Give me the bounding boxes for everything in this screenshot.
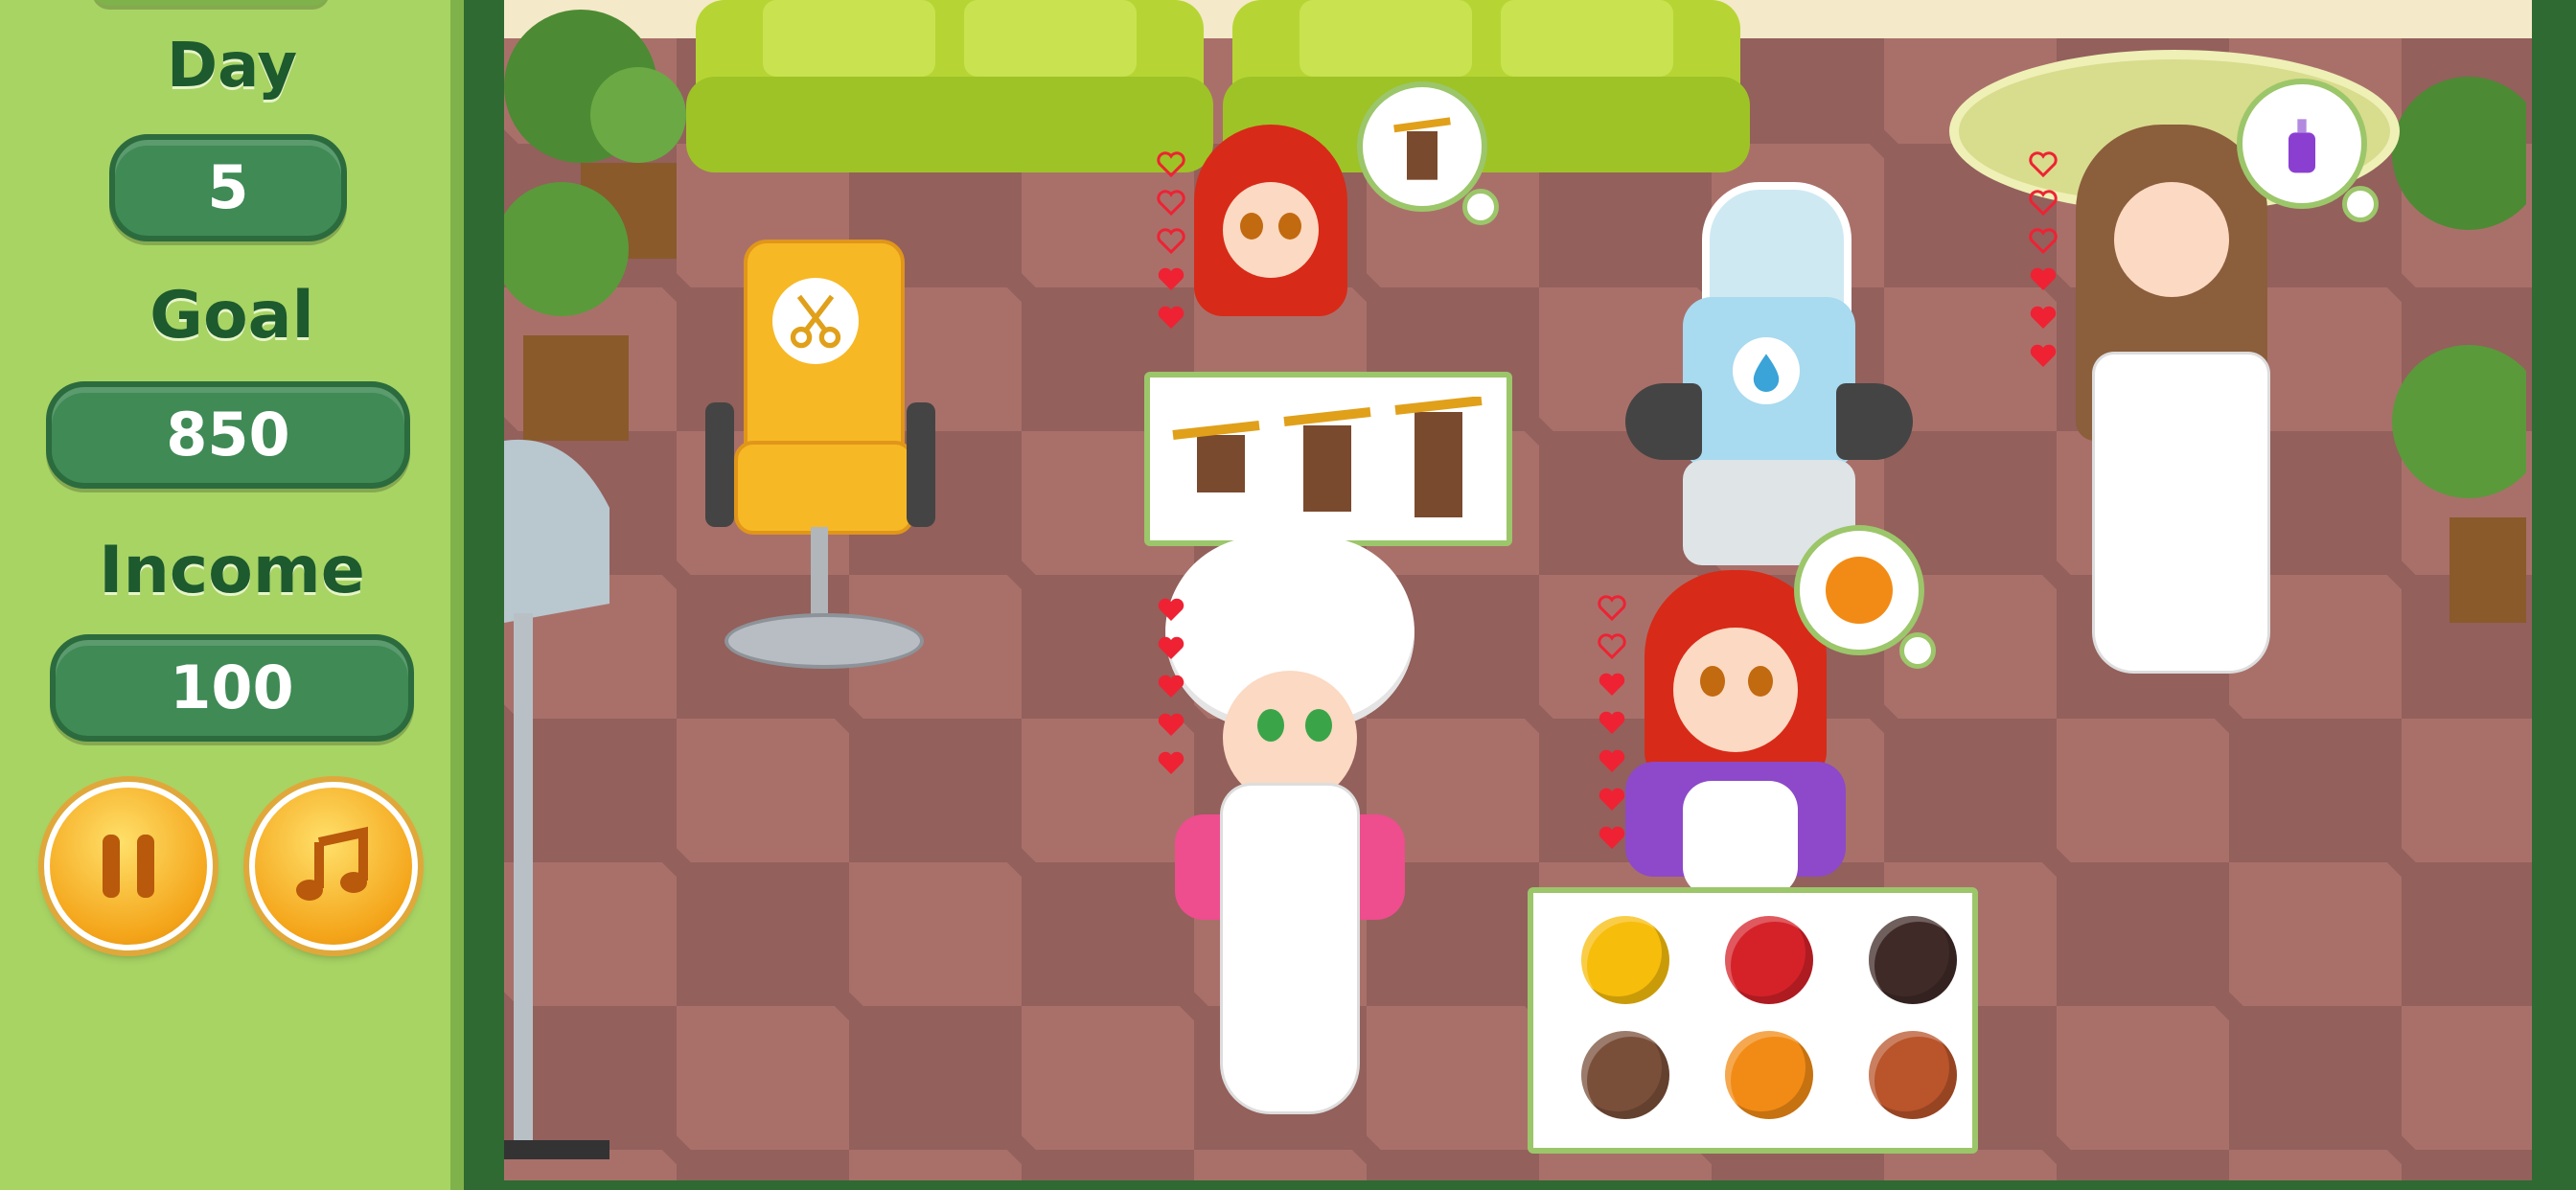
purple-shampoo-bottle-icon: [2288, 119, 2315, 173]
short-haircut-icon[interactable]: [1163, 416, 1269, 512]
hud-panel: Day 5 Goal 850 Income 100: [0, 0, 464, 1190]
day-label: Day: [166, 31, 298, 102]
waiting-sofa-left[interactable]: [686, 0, 1213, 182]
pause-button[interactable]: [44, 782, 213, 950]
dye-swatch[interactable]: [1581, 916, 1669, 1004]
foam-customer-center[interactable]: [1165, 537, 1414, 1121]
patience-hearts-right: [2028, 149, 2058, 371]
music-note-icon: [296, 826, 368, 901]
thought-bubble-haircut: [1357, 81, 1499, 225]
day-value: 5: [109, 134, 347, 241]
dye-swatch[interactable]: [1725, 1031, 1813, 1119]
dye-swatch[interactable]: [1869, 916, 1957, 1004]
goal-label: Goal: [150, 278, 314, 354]
water-drop-icon: [1733, 337, 1800, 404]
potted-plant-right: [2392, 77, 2526, 623]
red-hair-customer-top[interactable]: [1194, 125, 1347, 326]
top-hud-tab: [92, 0, 330, 6]
dye-swatch[interactable]: [1869, 1031, 1957, 1119]
patience-hearts-center: [1156, 594, 1186, 778]
hair-wash-chair[interactable]: [1625, 182, 1913, 584]
haircut-options-panel: [1144, 372, 1512, 546]
salon-floor: [504, 0, 2532, 1180]
goal-value: 850: [46, 381, 410, 489]
brown-hair-customer-right[interactable]: [2057, 125, 2277, 680]
income-value: 100: [50, 634, 414, 742]
income-label: Income: [99, 533, 365, 608]
dye-swatch[interactable]: [1725, 916, 1813, 1004]
thought-bubble-shampoo: [2237, 79, 2379, 222]
potted-plant-left: [504, 10, 686, 441]
long-haircut-icon[interactable]: [1386, 397, 1491, 521]
hood-hair-dryer[interactable]: [504, 431, 629, 1179]
dye-swatch[interactable]: [1581, 1031, 1669, 1119]
music-toggle-button[interactable]: [249, 782, 418, 950]
pause-icon: [103, 835, 154, 898]
scissors-icon: [772, 278, 859, 364]
dye-color-panel: [1528, 887, 1978, 1154]
haircut-chair[interactable]: [705, 240, 935, 680]
patience-hearts-top: [1156, 149, 1186, 332]
orange-dye-icon: [1826, 557, 1893, 624]
patience-hearts-bottom: [1597, 592, 1627, 853]
medium-haircut-icon[interactable]: [1275, 406, 1380, 521]
thought-bubble-dye: [1794, 525, 1936, 669]
haircut-scissors-icon: [1393, 117, 1451, 180]
